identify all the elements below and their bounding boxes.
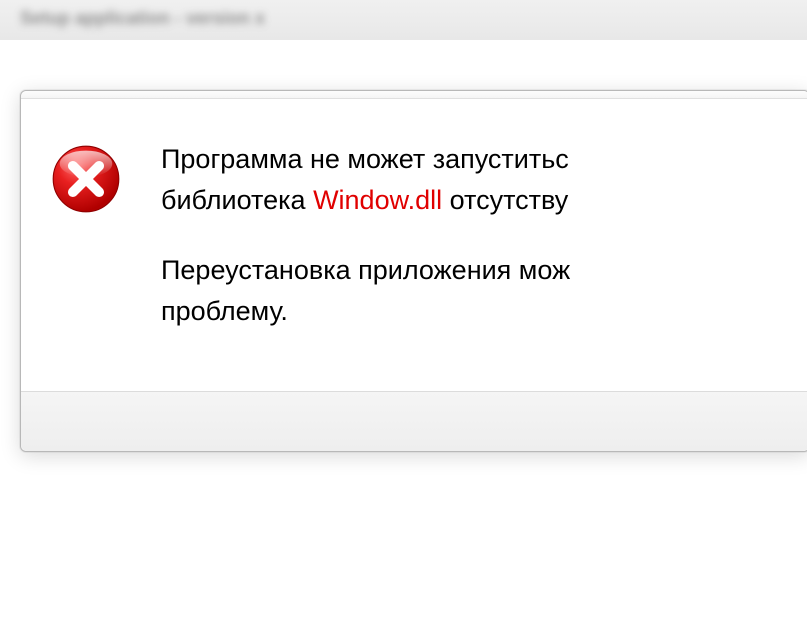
- message-line-3: Переустановка приложения мож: [161, 250, 799, 291]
- message-line-1: Программа не может запуститьс: [161, 139, 799, 180]
- background-content: [0, 40, 807, 80]
- message-text-4: проблему.: [161, 296, 288, 326]
- message-line-2: библиотека Window.dll отсутству: [161, 180, 799, 221]
- dialog-body: Программа не может запуститьс библиотека…: [21, 99, 807, 391]
- error-message: Программа не может запуститьс библиотека…: [161, 139, 799, 331]
- background-title-text: Setup application - version x: [20, 8, 265, 28]
- dialog-titlebar: [21, 91, 807, 99]
- message-text-3: Переустановка приложения мож: [161, 255, 570, 285]
- message-text-2-suffix: отсутству: [442, 185, 568, 215]
- message-highlight-dll: Window.dll: [313, 185, 442, 215]
- message-text-2-prefix: библиотека: [161, 185, 313, 215]
- dialog-footer: [21, 391, 807, 451]
- error-icon-svg: [51, 144, 121, 214]
- message-text-1: Программа не может запуститьс: [161, 144, 569, 174]
- background-titlebar: Setup application - version x: [0, 0, 807, 40]
- error-icon: [51, 144, 121, 214]
- error-dialog: Программа не может запуститьс библиотека…: [20, 90, 807, 452]
- message-line-4: проблему.: [161, 291, 799, 332]
